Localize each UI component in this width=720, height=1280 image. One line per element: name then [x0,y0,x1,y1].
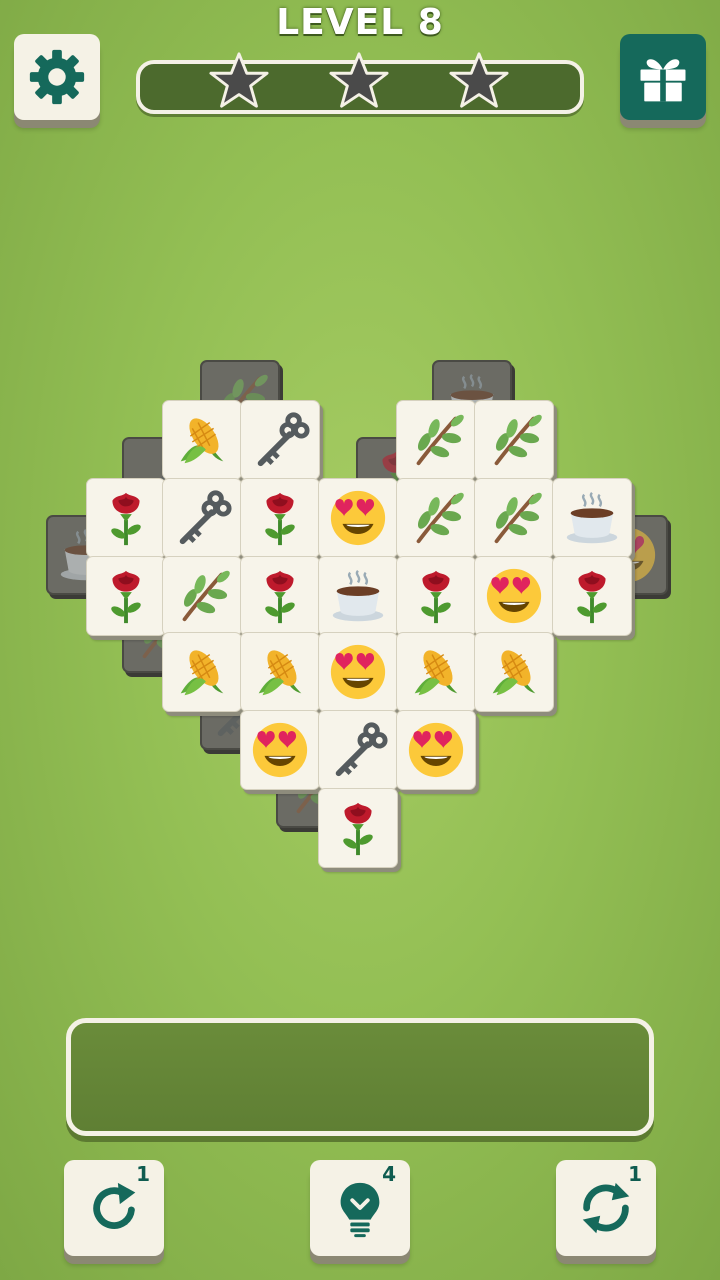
tile-key[interactable] [318,710,398,790]
tile-rose[interactable] [318,788,398,868]
tile-heart-eyes[interactable] [396,710,476,790]
branch-icon [494,492,542,544]
tile-heart-eyes[interactable] [318,632,398,712]
shuffle-button[interactable]: 1 [556,1160,656,1256]
rose-icon [265,570,295,624]
tile-heart-eyes[interactable] [318,478,398,558]
corn-icon [492,650,536,696]
tile-branch[interactable] [396,400,476,480]
slot-tray [66,1018,654,1136]
undo-icon [93,1182,136,1229]
tile-corn[interactable] [240,632,320,712]
undo-button[interactable]: 1 [64,1160,164,1256]
key-icon [179,490,232,545]
tile-corn[interactable] [162,400,242,480]
corn-icon [180,650,224,696]
tile-corn[interactable] [474,632,554,712]
hint-button[interactable]: 4 [310,1160,410,1256]
rose-icon [265,492,295,546]
rose-icon [111,570,141,624]
tile-heart-eyes[interactable] [474,556,554,636]
heart-eyes-icon [330,644,386,700]
tile-branch[interactable] [474,478,554,558]
coffee-icon [332,569,384,622]
coffee-icon [566,491,618,544]
branch-icon [494,414,542,466]
tile-corn[interactable] [162,632,242,712]
branch-icon [416,414,464,466]
rose-icon [343,802,373,856]
tile-key[interactable] [240,400,320,480]
tile-heart-eyes[interactable] [240,710,320,790]
tile-rose[interactable] [552,556,632,636]
heart-eyes-icon [252,722,308,778]
tile-rose[interactable] [240,556,320,636]
rose-icon [111,492,141,546]
tile-coffee[interactable] [318,556,398,636]
tile-key[interactable] [162,478,242,558]
shuffle-count: 1 [628,1162,642,1186]
tile-coffee[interactable] [552,478,632,558]
heart-eyes-icon [408,722,464,778]
tile-rose[interactable] [240,478,320,558]
undo-count: 1 [136,1162,150,1186]
tile-branch[interactable] [396,478,476,558]
tile-rose[interactable] [86,556,166,636]
hint-count: 4 [382,1162,396,1186]
heart-eyes-icon [486,568,542,624]
tile-corn[interactable] [396,632,476,712]
tile-rose[interactable] [86,478,166,558]
corn-icon [414,650,458,696]
corn-icon [180,418,224,464]
tile-branch[interactable] [474,400,554,480]
rose-icon [577,570,607,624]
key-icon [335,722,388,777]
heart-eyes-icon [330,490,386,546]
tile-rose[interactable] [396,556,476,636]
rose-icon [421,570,451,624]
key-icon [257,412,310,467]
corn-icon [258,650,302,696]
lightbulb-icon [340,1182,380,1238]
tile-branch[interactable] [162,556,242,636]
branch-icon [416,492,464,544]
branch-icon [182,570,230,622]
shuffle-icon [582,1182,630,1234]
